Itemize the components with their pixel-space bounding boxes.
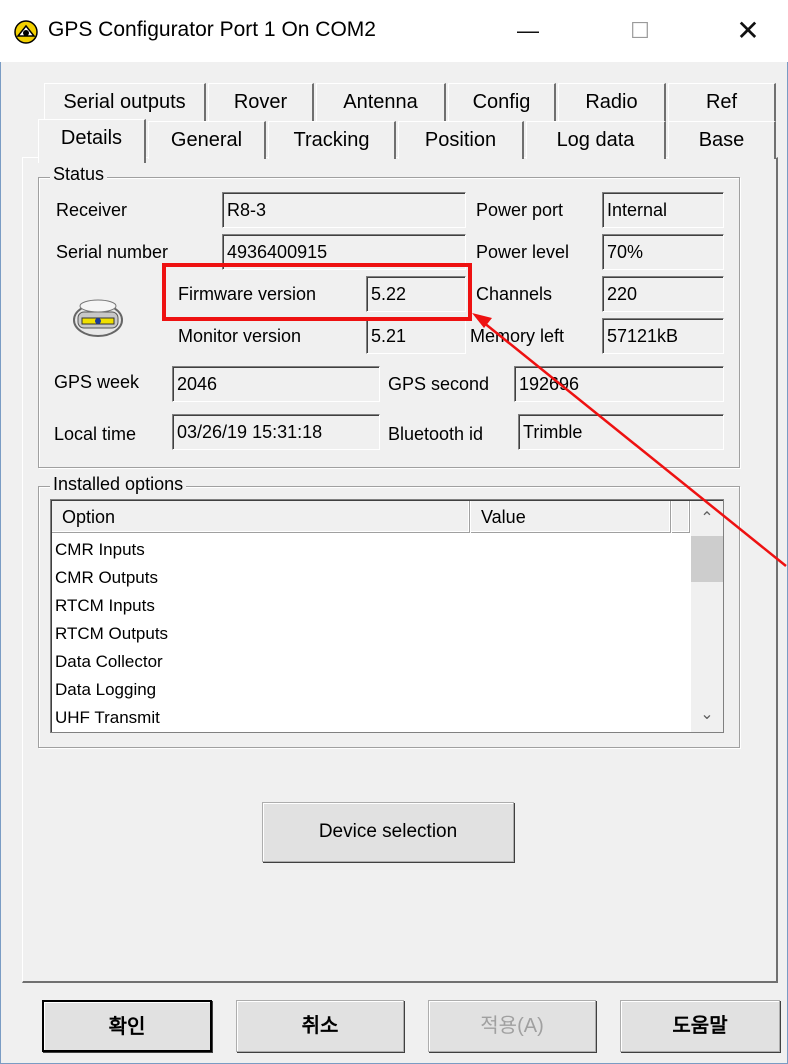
scroll-up-icon[interactable]: ⌃ — [691, 504, 723, 534]
power-port-field: Internal — [602, 192, 724, 228]
local-time-field: 03/26/19 15:31:18 — [172, 414, 380, 450]
receiver-device-icon — [73, 299, 123, 337]
status-group-title: Status — [50, 164, 108, 185]
tab-config[interactable]: Config — [448, 83, 556, 121]
help-button[interactable]: 도움말 — [620, 1000, 780, 1052]
scroll-down-icon[interactable]: ⌄ — [691, 700, 723, 730]
list-item[interactable]: Data Logging — [55, 676, 156, 704]
column-value[interactable]: Value — [471, 501, 671, 533]
channels-field: 220 — [602, 276, 724, 312]
tab-position[interactable]: Position — [398, 121, 524, 159]
gps-second-label: GPS second — [388, 374, 490, 394]
tab-base[interactable]: Base — [668, 121, 776, 159]
maximize-button[interactable]: ☐ — [604, 0, 676, 62]
list-item[interactable]: RTCM Outputs — [55, 620, 168, 648]
title-bar: GPS Configurator Port 1 On COM2 — ☐ ✕ — [0, 0, 788, 62]
bluetooth-id-label: Bluetooth id — [388, 424, 484, 444]
serial-number-label: Serial number — [56, 242, 169, 262]
column-option[interactable]: Option — [52, 501, 470, 533]
list-item[interactable]: CMR Outputs — [55, 564, 158, 592]
tab-general[interactable]: General — [148, 121, 266, 159]
tab-radio[interactable]: Radio — [558, 83, 666, 121]
list-item[interactable]: UHF Transmit — [55, 704, 160, 732]
receiver-label: Receiver — [56, 200, 128, 220]
gps-app-icon — [14, 20, 38, 44]
list-item[interactable]: CMR Inputs — [55, 536, 145, 564]
power-level-field: 70% — [602, 234, 724, 270]
gps-week-label: GPS week — [54, 372, 140, 392]
monitor-version-label: Monitor version — [178, 326, 302, 346]
installed-options-title: Installed options — [50, 474, 187, 495]
installed-options-list[interactable]: Option Value CMR Inputs CMR Outputs RTCM… — [50, 499, 724, 733]
receiver-field: R8-3 — [222, 192, 466, 228]
apply-button: 적용(A) — [428, 1000, 596, 1052]
power-port-label: Power port — [476, 200, 564, 220]
memory-left-label: Memory left — [470, 326, 565, 346]
tab-tracking[interactable]: Tracking — [268, 121, 396, 159]
device-selection-button[interactable]: Device selection — [262, 802, 514, 862]
gps-week-field: 2046 — [172, 366, 380, 402]
memory-left-field: 57121kB — [602, 318, 724, 354]
column-spacer — [672, 501, 690, 533]
tab-log-data[interactable]: Log data — [526, 121, 666, 159]
power-level-label: Power level — [476, 242, 570, 262]
cancel-button[interactable]: 취소 — [236, 1000, 404, 1052]
tab-rover[interactable]: Rover — [208, 83, 314, 121]
monitor-version-field: 5.21 — [366, 318, 466, 354]
minimize-button[interactable]: — — [492, 0, 564, 62]
firmware-highlight-box — [162, 263, 472, 321]
bluetooth-id-field: Trimble — [518, 414, 724, 450]
window-title: GPS Configurator Port 1 On COM2 — [48, 18, 376, 41]
local-time-label: Local time — [54, 424, 137, 444]
list-item[interactable]: Data Collector — [55, 648, 163, 676]
scrollbar-thumb[interactable] — [691, 536, 723, 582]
tab-serial-outputs[interactable]: Serial outputs — [44, 83, 206, 121]
channels-label: Channels — [476, 284, 553, 304]
ok-button[interactable]: 확인 — [42, 1000, 212, 1052]
tab-details[interactable]: Details — [38, 119, 146, 163]
tab-antenna[interactable]: Antenna — [316, 83, 446, 121]
close-button[interactable]: ✕ — [712, 0, 784, 62]
list-item[interactable]: RTCM Inputs — [55, 592, 155, 620]
gps-second-field: 192696 — [514, 366, 724, 402]
tab-ref[interactable]: Ref — [668, 83, 776, 121]
